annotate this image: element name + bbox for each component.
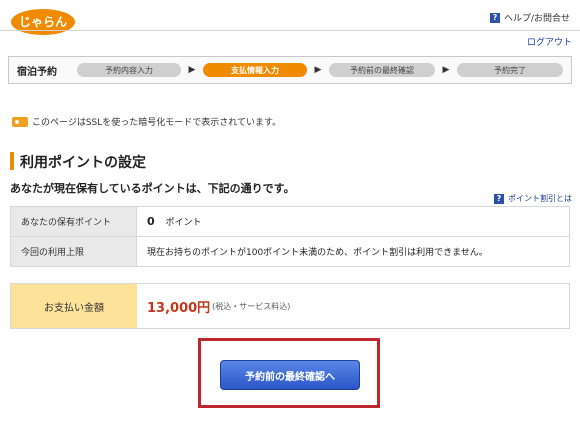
usage-limit-text: 現在お持ちのポイントが100ポイント未満のため、ポイント割引は利用できません。 xyxy=(136,236,570,267)
payment-value: 13,000円 (税込・サービス料込) xyxy=(137,284,290,328)
final-confirmation-button[interactable]: 予約前の最終確認へ xyxy=(220,360,360,390)
usage-limit-label: 今回の利用上限 xyxy=(10,236,137,267)
table-row: あなたの保有ポイント 0 ポイント xyxy=(10,206,570,237)
payment-label: お支払い金額 xyxy=(11,284,137,328)
help-link[interactable]: ? ヘルプ/お問合せ xyxy=(489,11,570,24)
payment-box: お支払い金額 13,000円 (税込・サービス料込) xyxy=(10,283,570,329)
table-row: 今回の利用上限 現在お持ちのポイントが100ポイント未満のため、ポイント割引は利… xyxy=(10,236,570,267)
step-arrow-icon: ▶ xyxy=(188,65,196,75)
held-points-cell: 0 ポイント xyxy=(136,206,570,237)
step-final-confirmation: 予約前の最終確認 xyxy=(329,63,435,77)
point-discount-help-link[interactable]: ? ポイント割引とは xyxy=(494,193,572,204)
point-discount-help-label: ポイント割引とは xyxy=(508,194,572,203)
payment-amount: 13,000円 xyxy=(147,300,211,316)
jalan-logo[interactable]: じゃらん xyxy=(10,8,76,36)
step-bar-title: 宿泊予約 xyxy=(17,66,57,78)
held-points-unit: ポイント xyxy=(165,218,202,228)
question-icon: ? xyxy=(489,12,500,23)
step-payment-input: 支払情報入力 xyxy=(203,63,307,77)
question-icon: ? xyxy=(494,193,504,204)
held-points-value: 0 xyxy=(147,215,155,228)
header-divider xyxy=(0,30,580,31)
points-table: あなたの保有ポイント 0 ポイント 今回の利用上限 現在お持ちのポイントが100… xyxy=(10,206,570,267)
step-arrow-icon: ▶ xyxy=(314,65,322,75)
step-reservation-complete: 予約完了 xyxy=(457,63,563,77)
payment-tax-note: (税込・サービス料込) xyxy=(212,301,291,311)
step-reservation-input: 予約内容入力 xyxy=(77,63,181,77)
step-arrow-icon: ▶ xyxy=(442,65,450,75)
points-intro: あなたが現在保有しているポイントは、下記の通りです。 xyxy=(10,182,295,195)
key-icon xyxy=(12,116,28,127)
section-accent-bar xyxy=(10,152,14,170)
svg-text:じゃらん: じゃらん xyxy=(19,15,67,29)
held-points-label: あなたの保有ポイント xyxy=(10,206,137,237)
section-title: 利用ポイントの設定 xyxy=(20,155,146,171)
help-label: ヘルプ/お問合せ xyxy=(503,14,570,24)
logout-link[interactable]: ログアウト xyxy=(527,35,572,48)
reservation-step-bar: 宿泊予約 予約内容入力 ▶ 支払情報入力 ▶ 予約前の最終確認 ▶ 予約完了 xyxy=(8,56,572,84)
ssl-notice: このページはSSLを使った暗号化モードで表示されています。 xyxy=(12,115,281,128)
ssl-notice-text: このページはSSLを使った暗号化モードで表示されています。 xyxy=(32,118,282,128)
